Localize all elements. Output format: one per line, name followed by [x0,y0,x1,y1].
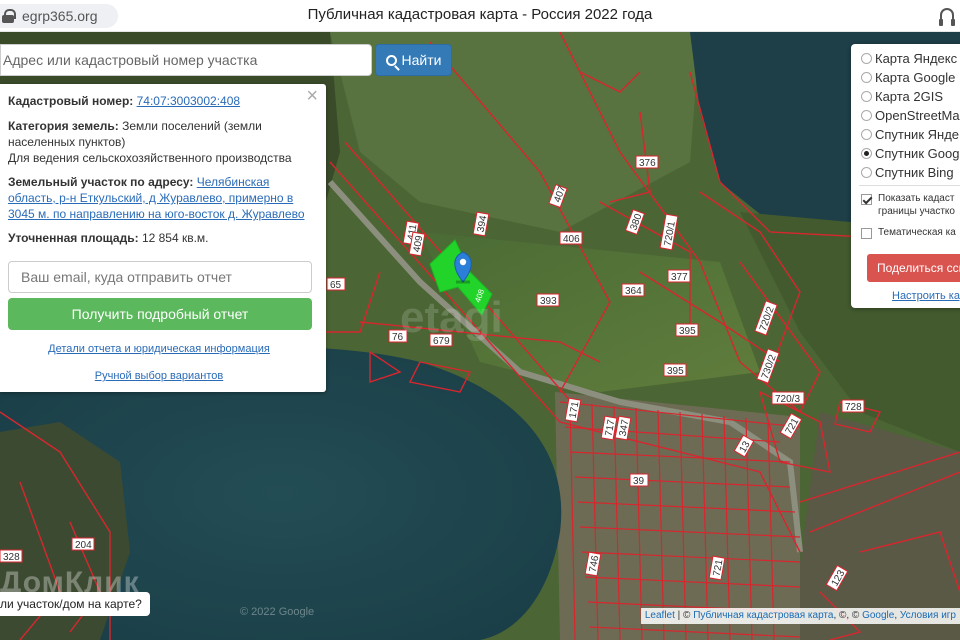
parcel-label: 395 [667,366,684,377]
thematic-checkbox[interactable]: Тематическая ка [861,226,956,239]
layer-google-map[interactable]: Карта Google [861,70,955,85]
parcel-label: 65 [330,280,342,291]
share-button[interactable]: Поделиться ссы [867,254,960,282]
parcel-label: 393 [540,296,557,307]
manual-select-link[interactable]: Ручной выбор вариантов [95,370,223,382]
layer-label: Карта 2GIS [875,89,944,104]
show-cadastral-label: Показать кадаст границы участко [878,192,955,218]
layer-google-satellite[interactable]: Спутник Googl [861,146,960,161]
category-label: Категория земель: [8,119,119,133]
search-button[interactable]: Найти [375,44,452,76]
area-value: 12 854 кв.м. [141,231,209,245]
layer-label: Спутник Bing [875,165,954,180]
browser-top-bar: egrp365.org Публичная кадастровая карта … [0,0,960,32]
layer-bing-satellite[interactable]: Спутник Bing [861,165,954,180]
show-cadastral-line2: границы участко [878,206,955,217]
radio-icon[interactable] [861,91,872,102]
page-title: Публичная кадастровая карта - Россия 202… [307,6,653,23]
radio-icon[interactable] [861,110,872,121]
layer-label: Спутник Янде [875,127,960,142]
parcel-label: 728 [845,402,862,413]
find-parcel-hint[interactable]: ли участок/дом на карте? [0,592,150,616]
address-row: Земельный участок по адресу: Челябинская… [8,174,308,222]
radio-icon[interactable] [861,129,872,140]
area-row: Уточненная площадь: 12 854 кв.м. [8,230,308,246]
google-link[interactable]: Google [862,610,894,621]
manual-link-wrap: Ручной выбор вариантов [0,370,318,382]
usage-row: Для ведения сельскохозяйственного произв… [8,151,292,165]
parcel-label: 406 [563,234,580,245]
show-cadastral-line1: Показать кадаст [878,193,955,204]
close-icon[interactable]: × [306,86,318,106]
thematic-label: Тематическая ка [878,227,956,238]
parcel-label: 377 [671,272,688,283]
parcel-label: 376 [639,158,656,169]
radio-icon[interactable] [861,53,872,64]
settings-link[interactable]: Настроить кар [892,290,960,302]
layer-label: Спутник Googl [875,146,960,161]
terms-link[interactable]: Условия игр [900,610,956,621]
cadastral-row: Кадастровый номер: 74:07:3003002:408 [8,93,308,109]
search-input[interactable] [0,44,372,76]
address-label: Земельный участок по адресу: [8,175,194,189]
details-link-wrap: Детали отчета и юридическая информация [0,343,318,355]
parcel-label: 395 [679,326,696,337]
attrib-sep: , ©, © [833,610,863,621]
layer-label: OpenStreetMa [875,108,960,123]
category-row: Категория земель: Земли поселений (земли… [8,118,308,150]
cadastral-label: Кадастровый номер: [8,94,134,108]
etagi-watermark: etagi [400,293,503,342]
parcel-info-popup: × Кадастровый номер: 74:07:3003002:408 К… [0,84,326,392]
parcel-label: 204 [75,540,92,551]
layer-yandex-satellite[interactable]: Спутник Янде [861,127,959,142]
radio-icon[interactable] [861,72,872,83]
panel-divider [859,185,960,186]
layer-label: Карта Яндекс [875,51,958,66]
app-root: egrp365.org Публичная кадастровая карта … [0,0,960,640]
email-field[interactable] [8,261,312,293]
checkbox-icon[interactable] [861,228,872,239]
layer-2gis-map[interactable]: Карта 2GIS [861,89,943,104]
headphones-icon[interactable] [939,8,955,26]
radio-icon[interactable] [861,167,872,178]
map-attribution: Leaflet | © Публичная кадастровая карта,… [640,608,960,624]
leaflet-link[interactable]: Leaflet [645,610,675,621]
layer-label: Карта Google [875,70,956,85]
parcel-label: 39 [633,476,645,487]
show-cadastral-checkbox[interactable]: Показать кадаст границы участко [861,192,955,218]
parcel-label: 364 [625,286,642,297]
details-link[interactable]: Детали отчета и юридическая информация [48,343,270,355]
get-report-button[interactable]: Получить подробный отчет [8,298,312,330]
parcel-label: 328 [3,552,20,563]
layer-yandex-map[interactable]: Карта Яндекс [861,51,957,66]
layer-osm[interactable]: OpenStreetMa [861,108,960,123]
pkk-link[interactable]: Публичная кадастровая карта [693,610,833,621]
layers-panel: Карта Яндекс Карта Google Карта 2GIS Ope… [851,44,960,308]
area-label: Уточненная площадь: [8,231,139,245]
radio-selected-icon[interactable] [861,148,872,159]
cadastral-number-link[interactable]: 74:07:3003002:408 [137,94,240,108]
forest-right-lower [790,412,960,640]
search-button-label: Найти [401,52,442,68]
search-icon [385,54,397,66]
checkbox-checked-icon[interactable] [861,194,872,205]
parcel-label: 720/3 [775,394,800,405]
attrib-sep: | © [674,610,694,621]
google-watermark: © 2022 Google [240,606,315,618]
